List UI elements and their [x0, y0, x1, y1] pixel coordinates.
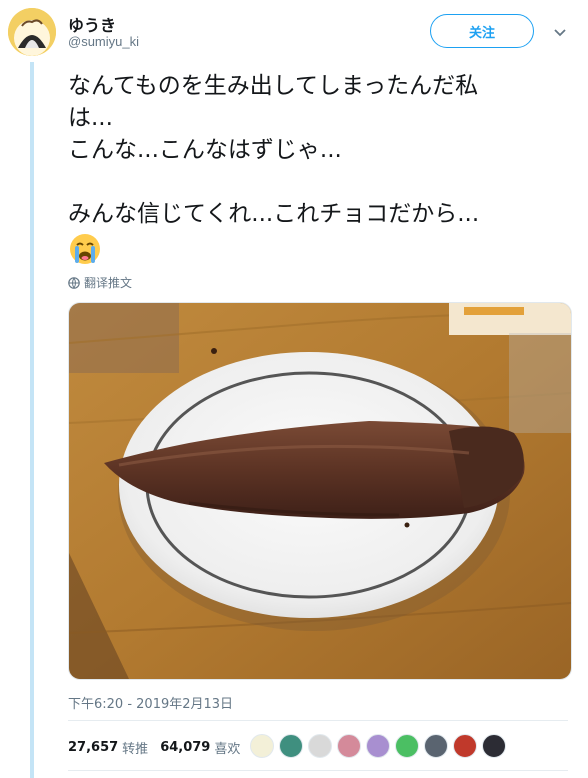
divider [68, 720, 568, 721]
avatar[interactable] [8, 8, 56, 56]
liker-avatar-1[interactable] [250, 734, 274, 758]
liker-avatar-5[interactable] [366, 734, 390, 758]
tweet-text-line: なんてものを生み出してしまったんだ私 [68, 73, 479, 99]
tweet-photo[interactable] [68, 302, 572, 680]
tweet-timestamp[interactable]: 下午6:20 - 2019年2月13日 [68, 693, 233, 712]
translate-tweet-link[interactable]: 翻译推文 [68, 274, 132, 291]
retweet-count[interactable]: 27,657 [68, 740, 118, 755]
liker-avatar-6[interactable] [395, 734, 419, 758]
liker-avatar-4[interactable] [337, 734, 361, 758]
liker-avatars [250, 734, 506, 758]
globe-icon [68, 276, 80, 289]
like-label[interactable]: 喜欢 [214, 738, 240, 757]
liker-avatar-7[interactable] [424, 734, 448, 758]
follow-button[interactable]: 关注 [430, 14, 534, 48]
tweet-text-line: みんな信じてくれ...これチョコだから... [68, 201, 480, 227]
chevron-down-icon[interactable] [552, 24, 568, 40]
tweet-stats: 27,657 转推 64,079 喜欢 [68, 738, 252, 757]
liker-avatar-2[interactable] [279, 734, 303, 758]
liker-avatar-3[interactable] [308, 734, 332, 758]
tweet-text: なんてものを生み出してしまったんだ私 は... こんな...こんなはずじゃ... み… [68, 70, 573, 266]
divider [68, 770, 568, 771]
tweet-text-line: こんな...こんなはずじゃ... [68, 137, 342, 163]
loudly-crying-face-icon [70, 234, 100, 264]
tweet-text-line: は... [68, 105, 113, 131]
liker-avatar-9[interactable] [482, 734, 506, 758]
display-name[interactable]: ゆうき [68, 12, 116, 36]
translate-label: 翻译推文 [84, 276, 133, 290]
like-count[interactable]: 64,079 [160, 740, 210, 755]
liker-avatar-8[interactable] [453, 734, 477, 758]
user-handle[interactable]: @sumiyu_ki [68, 34, 139, 49]
thread-line [30, 62, 34, 778]
retweet-label[interactable]: 转推 [122, 738, 148, 757]
